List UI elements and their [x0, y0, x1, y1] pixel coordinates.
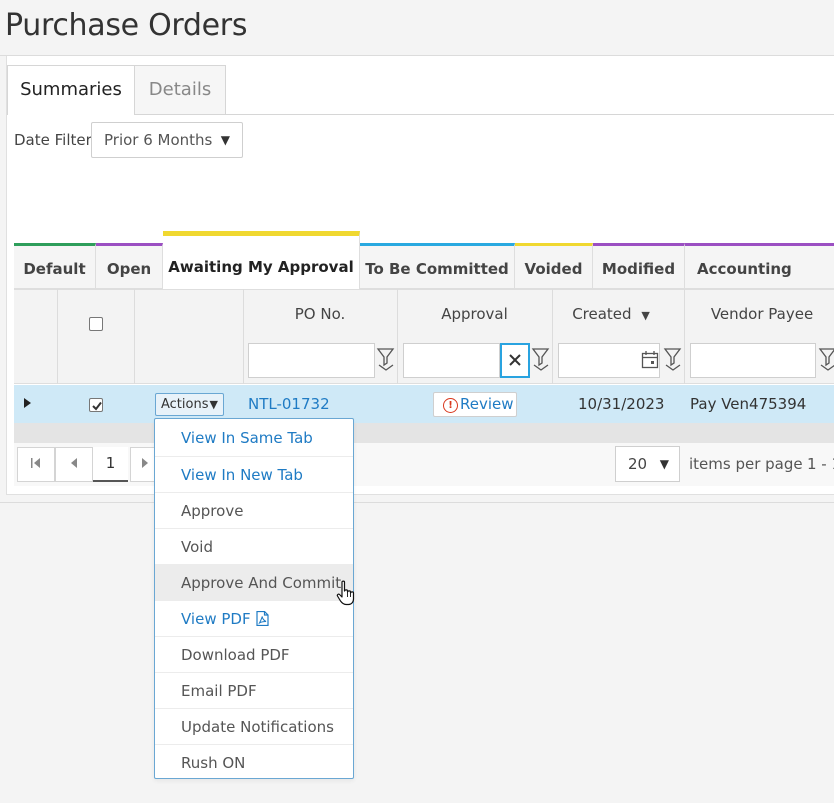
view-tab-default[interactable]: Default [14, 243, 96, 289]
previous-page-button[interactable] [55, 447, 93, 482]
sort-desc-icon: ▼ [641, 309, 650, 322]
expand-row-icon[interactable] [24, 398, 31, 408]
column-header-po-no[interactable]: PO No. [243, 305, 397, 323]
column-divider [57, 289, 58, 384]
created-date-cell: 10/31/2023 [578, 395, 665, 413]
column-divider [684, 289, 685, 384]
tabs-divider [225, 114, 834, 115]
menu-item-approve-and-commit[interactable]: Approve And Commit [155, 564, 353, 600]
select-all-checkbox[interactable] [89, 317, 103, 331]
page-size-select[interactable]: 20 ▼ [615, 446, 680, 482]
po-number-link[interactable]: NTL-01732 [248, 395, 330, 413]
review-button[interactable]: ! Review [433, 392, 517, 417]
clear-filter-button[interactable] [500, 343, 530, 378]
date-filter-value: Prior 6 Months [104, 131, 213, 149]
actions-menu: View In Same Tab View In New Tab Approve… [154, 418, 354, 779]
view-tab-to-be-committed[interactable]: To Be Committed [360, 243, 515, 289]
tab-summaries[interactable]: Summaries [7, 65, 135, 115]
actions-button[interactable]: Actions ▼ [155, 393, 224, 416]
column-header-created[interactable]: Created ▼ [552, 305, 670, 323]
menu-item-download-pdf[interactable]: Download PDF [155, 636, 353, 672]
column-divider [134, 289, 135, 384]
column-divider [552, 289, 553, 384]
hand-pointer-cursor-icon [336, 580, 358, 610]
vendor-payee-filter-input[interactable] [690, 343, 816, 378]
menu-item-approve[interactable]: Approve [155, 492, 353, 528]
column-header-created-label: Created [572, 305, 632, 323]
filter-funnel-icon[interactable] [663, 346, 683, 372]
pdf-file-icon [255, 603, 269, 639]
caret-down-icon: ▼ [659, 457, 669, 471]
caret-down-icon: ▼ [209, 398, 218, 411]
calendar-icon[interactable] [641, 350, 659, 370]
date-filter-label: Date Filter [14, 131, 92, 149]
caret-down-icon: ▼ [220, 133, 230, 147]
view-tab-awaiting-my-approval[interactable]: Awaiting My Approval [163, 231, 360, 289]
date-filter-select[interactable]: Prior 6 Months ▼ [91, 122, 243, 158]
menu-item-view-in-new-tab[interactable]: View In New Tab [155, 456, 353, 492]
filter-funnel-icon[interactable] [376, 346, 396, 372]
column-header-vendor-payee[interactable]: Vendor Payee [690, 305, 834, 323]
column-divider [243, 289, 244, 384]
filter-funnel-icon[interactable] [818, 346, 834, 372]
row-checkbox[interactable] [89, 398, 103, 412]
alert-icon: ! [443, 398, 458, 413]
view-tab-modified[interactable]: Modified [593, 243, 685, 289]
actions-button-label: Actions [161, 397, 209, 412]
column-divider [397, 289, 398, 384]
filter-funnel-icon[interactable] [531, 346, 551, 372]
view-tab-open[interactable]: Open [96, 243, 163, 289]
po-no-filter-input[interactable] [248, 343, 375, 378]
menu-item-email-pdf[interactable]: Email PDF [155, 672, 353, 708]
view-tab-accounting-view[interactable]: Accounting View [685, 243, 834, 324]
menu-item-update-notifications[interactable]: Update Notifications [155, 708, 353, 744]
menu-item-view-pdf-label: View PDF [181, 610, 251, 628]
approval-filter-input[interactable] [403, 343, 500, 378]
menu-item-rush-on[interactable]: Rush ON [155, 744, 353, 780]
panel-bottom-divider [0, 502, 834, 503]
vendor-payee-cell: Pay Ven475394 [690, 395, 807, 413]
page-range-label: 1 - 1 [807, 455, 834, 473]
menu-item-void[interactable]: Void [155, 528, 353, 564]
tab-details[interactable]: Details [134, 65, 226, 115]
current-page-number[interactable]: 1 [93, 447, 128, 482]
review-button-label: Review [460, 395, 514, 413]
grid-scroll-area [14, 423, 834, 443]
menu-item-view-pdf[interactable]: View PDF [155, 600, 353, 636]
items-per-page-label: items per page [689, 455, 803, 473]
first-page-button[interactable] [17, 447, 55, 482]
menu-item-view-in-same-tab[interactable]: View In Same Tab [155, 420, 353, 456]
page-size-value: 20 [628, 455, 648, 473]
page-title: Purchase Orders [5, 8, 248, 43]
column-header-approval[interactable]: Approval [397, 305, 552, 323]
view-tab-voided[interactable]: Voided [515, 243, 593, 289]
